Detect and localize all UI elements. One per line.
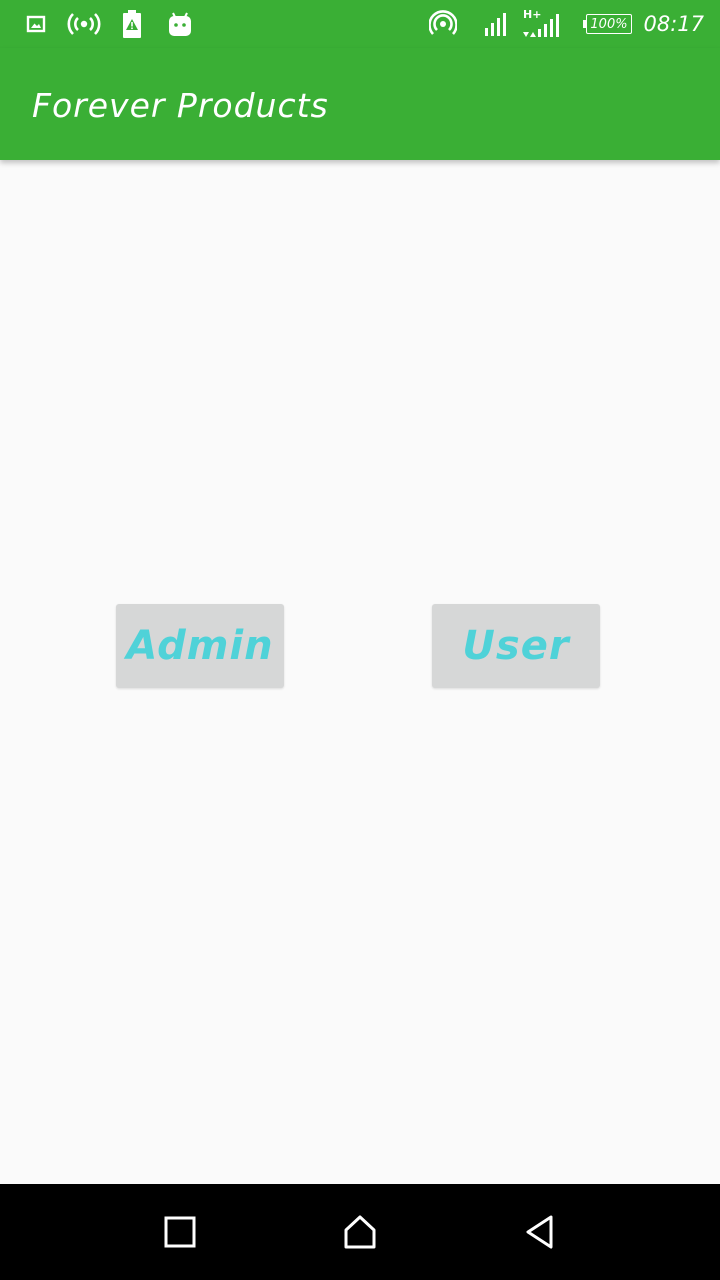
status-bar: H+ 100% 08:17 [0,0,720,48]
clock: 08:17 [643,12,704,36]
recents-button[interactable] [152,1204,208,1260]
battery-alert-icon [120,8,144,40]
network-type-label: H+ [523,8,541,21]
battery-icon: 100% [582,8,634,40]
hotspot-icon [428,8,458,40]
user-button[interactable]: User [432,604,600,688]
admin-button[interactable]: Admin [116,604,284,688]
back-button[interactable] [512,1204,568,1260]
app-bar: Forever Products [0,48,720,160]
home-button[interactable] [332,1204,388,1260]
mobile-data-icon: H+ [520,8,562,40]
app-title: Forever Products [32,86,329,125]
image-icon [24,8,48,40]
navigation-bar [0,1184,720,1280]
back-icon [526,1215,553,1249]
signal-icon [482,8,510,40]
wireless-broadcast-icon [64,8,104,40]
android-icon [166,8,194,40]
home-icon [344,1215,376,1249]
battery-level: 100% [586,14,632,34]
recents-icon [164,1216,196,1248]
